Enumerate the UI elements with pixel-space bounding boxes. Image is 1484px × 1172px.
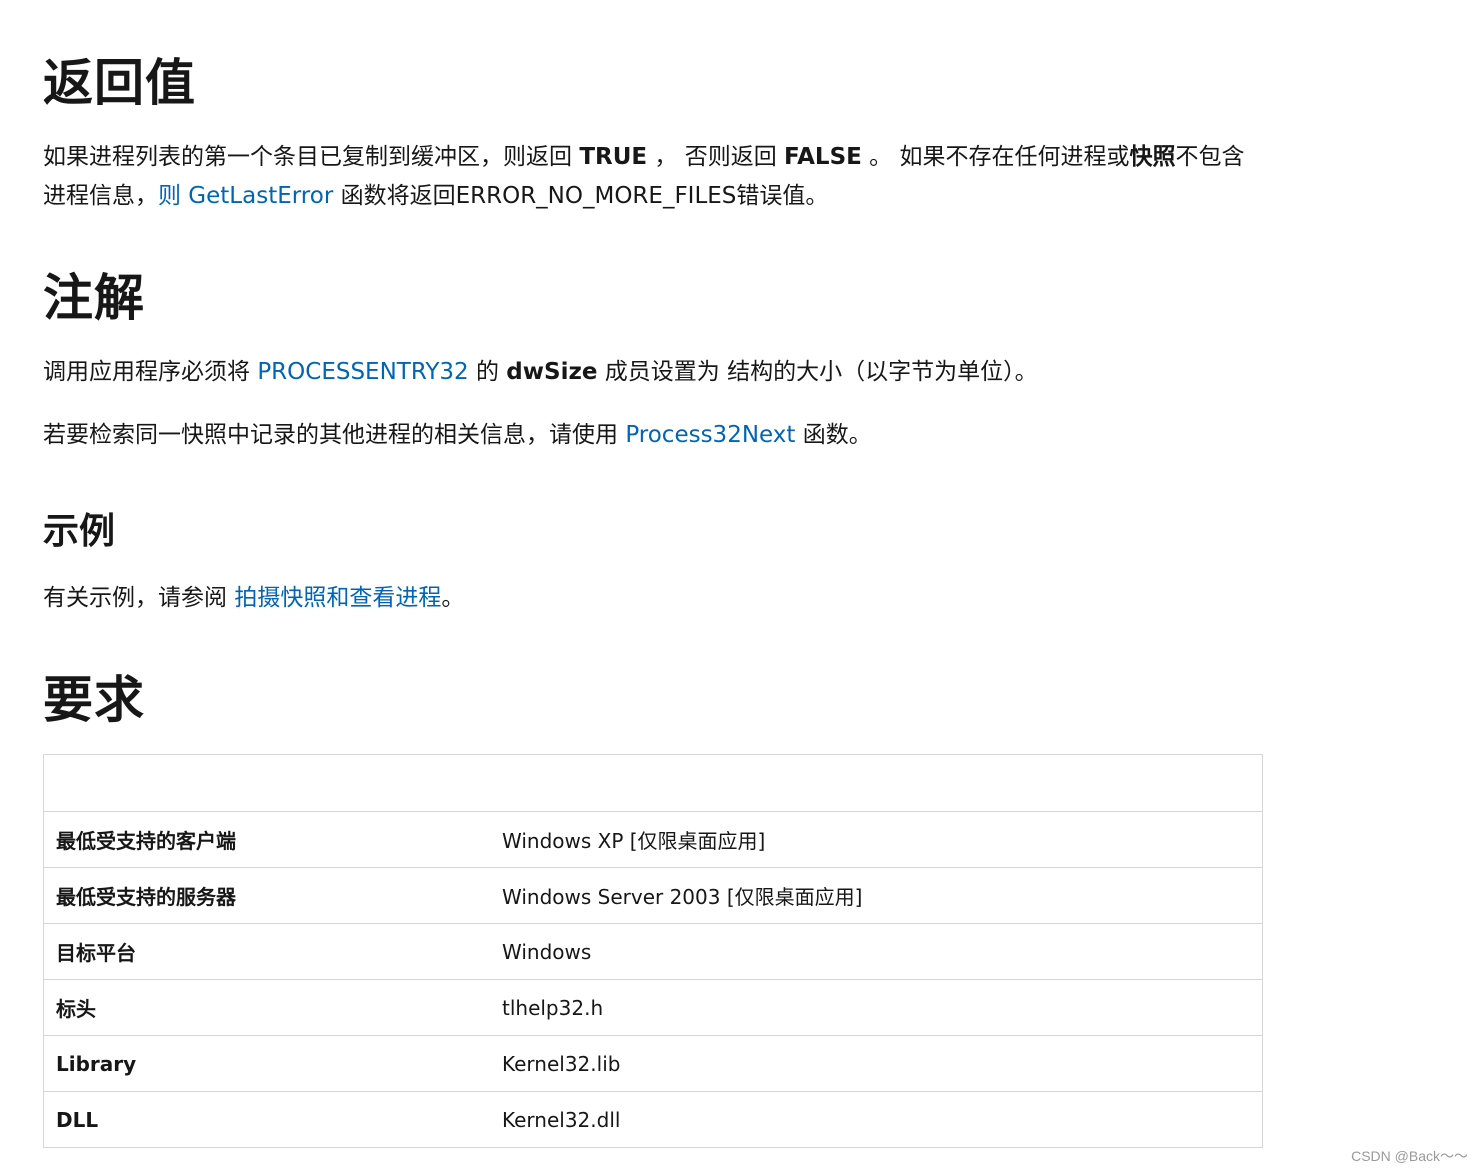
table-row: 标头 tlhelp32.h: [43, 979, 1263, 1036]
requirement-value: Windows: [490, 923, 1263, 980]
requirement-key: DLL: [43, 1091, 490, 1148]
requirement-key: 目标平台: [43, 923, 490, 980]
snapshot-example-link[interactable]: 拍摄快照和查看进程: [234, 585, 441, 611]
header-cell-empty: [490, 754, 1263, 812]
requirement-value: Windows Server 2003 [仅限桌面应用]: [490, 867, 1263, 924]
requirement-key: 标头: [43, 979, 490, 1036]
text: 不包含: [1175, 144, 1245, 170]
requirement-value: Windows XP [仅限桌面应用]: [490, 811, 1263, 868]
process32next-link[interactable]: Process32Next: [625, 422, 795, 448]
table-row: 目标平台 Windows: [43, 923, 1263, 980]
snapshot-bold: 快照: [1129, 144, 1176, 170]
text: 成员设置为 结构的大小（以字节为单位）。: [597, 359, 1038, 385]
text: 进程信息，: [43, 183, 158, 209]
text: 有关示例，请参阅: [43, 585, 235, 611]
header-cell-empty: [43, 754, 490, 812]
text: 调用应用程序必须将: [43, 359, 258, 385]
heading-examples: 示例: [43, 511, 116, 552]
text: 若要检索同一快照中记录的其他进程的相关信息，请使用: [43, 422, 626, 448]
dwsize-bold: dwSize: [506, 359, 598, 385]
requirement-key: Library: [43, 1035, 490, 1092]
table-row: Library Kernel32.lib: [43, 1035, 1263, 1092]
remarks-paragraph-2: 若要检索同一快照中记录的其他进程的相关信息，请使用 Process32Next …: [43, 416, 1263, 455]
heading-remarks: 注解: [43, 269, 145, 327]
heading-return-value: 返回值: [43, 54, 196, 112]
table-row: 最低受支持的客户端 Windows XP [仅限桌面应用]: [43, 811, 1263, 868]
requirement-key: 最低受支持的服务器: [43, 867, 490, 924]
requirement-value: tlhelp32.h: [490, 979, 1263, 1036]
text: 如果进程列表的第一个条目已复制到缓冲区，则返回: [43, 144, 580, 170]
text: 函数。: [795, 422, 872, 448]
csdn-watermark: CSDN @Back～～: [1351, 1148, 1468, 1164]
getlasterror-link[interactable]: 则 GetLastError: [158, 183, 333, 209]
table-row: DLL Kernel32.dll: [43, 1091, 1263, 1148]
requirement-value: Kernel32.lib: [490, 1035, 1263, 1092]
requirement-key: 最低受支持的客户端: [43, 811, 490, 868]
text: 函数将返回ERROR_NO_MORE_FILES错误值。: [333, 183, 829, 209]
requirements-table: 最低受支持的客户端 Windows XP [仅限桌面应用] 最低受支持的服务器 …: [43, 754, 1263, 1148]
true-keyword: TRUE: [579, 144, 648, 170]
table-row: 最低受支持的服务器 Windows Server 2003 [仅限桌面应用]: [43, 867, 1263, 924]
requirement-value: Kernel32.dll: [490, 1091, 1263, 1148]
text: 。 如果不存在任何进程或: [861, 144, 1130, 170]
heading-requirements: 要求: [43, 671, 145, 729]
text: 。: [441, 585, 465, 611]
text: ， 否则返回: [647, 144, 785, 170]
return-value-paragraph: 如果进程列表的第一个条目已复制到缓冲区，则返回 TRUE ， 否则返回 FALS…: [43, 138, 1263, 216]
examples-paragraph: 有关示例，请参阅 拍摄快照和查看进程。: [43, 579, 1263, 618]
remarks-paragraph-1: 调用应用程序必须将 PROCESSENTRY32 的 dwSize 成员设置为 …: [43, 353, 1263, 392]
table-header-row: [43, 754, 1263, 812]
false-keyword: FALSE: [784, 144, 862, 170]
text: 的: [468, 359, 507, 385]
processentry32-link[interactable]: PROCESSENTRY32: [257, 359, 468, 385]
